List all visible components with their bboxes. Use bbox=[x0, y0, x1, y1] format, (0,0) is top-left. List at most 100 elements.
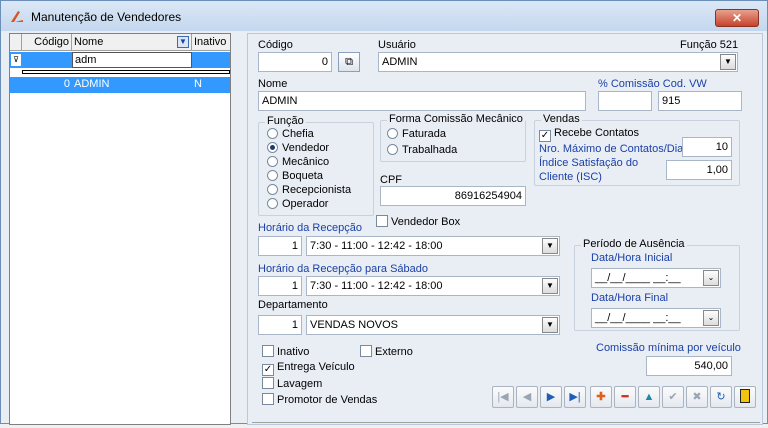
next-record-button[interactable]: ▶ bbox=[540, 386, 562, 408]
horario-recepcao-num[interactable]: 1 bbox=[258, 236, 302, 256]
checkbox-label: Promotor de Vendas bbox=[277, 394, 378, 406]
checkbox-label: Inativo bbox=[277, 346, 310, 358]
comissao-minima-field[interactable]: 540,00 bbox=[646, 356, 732, 376]
cpf-label: CPF bbox=[380, 174, 402, 186]
cancel-record-button[interactable]: ✖ bbox=[686, 386, 708, 408]
horario-recepcao-select[interactable]: 7:30 - 11:00 - 12:42 - 18:00 ▼ bbox=[306, 236, 560, 256]
radio-label: Boqueta bbox=[282, 170, 323, 182]
radio-chefia[interactable]: Chefia bbox=[267, 128, 314, 140]
radio-faturada[interactable]: Faturada bbox=[387, 128, 446, 140]
departamento-select[interactable]: VENDAS NOVOS ▼ bbox=[306, 315, 560, 335]
vendedores-grid[interactable]: Código Nome ▼ Inativo ⊽ adm 0 ADMIN N bbox=[9, 33, 231, 425]
prev-record-button[interactable]: ◀ bbox=[516, 386, 538, 408]
prev-icon: ◀ bbox=[522, 391, 532, 403]
comissao-vw-code-field[interactable]: 915 bbox=[658, 91, 742, 111]
close-button[interactable]: ✕ bbox=[715, 9, 759, 27]
first-record-button[interactable]: |◀ bbox=[492, 386, 514, 408]
add-record-button[interactable]: ✚ bbox=[590, 386, 612, 408]
refresh-button[interactable]: ↻ bbox=[710, 386, 732, 408]
radio-vendedor[interactable]: Vendedor bbox=[267, 142, 329, 154]
radio-mecanico[interactable]: Mecânico bbox=[267, 156, 329, 168]
horario-recepcao-value: 7:30 - 11:00 - 12:42 - 18:00 bbox=[310, 240, 443, 252]
funcao-group: Função Chefia Vendedor Mecânico Boqueta … bbox=[258, 115, 374, 216]
grid-separator bbox=[22, 70, 230, 74]
chevron-down-icon[interactable]: ▼ bbox=[542, 317, 558, 333]
vendedor-box-checkbox[interactable]: Vendedor Box bbox=[376, 215, 460, 228]
radio-label: Vendedor bbox=[282, 142, 330, 154]
radio-label: Trabalhada bbox=[402, 144, 458, 156]
externo-checkbox[interactable]: Externo bbox=[360, 345, 413, 358]
data-final-label: Data/Hora Final bbox=[591, 292, 669, 304]
checkbox-icon bbox=[262, 393, 274, 405]
checkbox-label: Vendedor Box bbox=[391, 216, 461, 228]
radio-circle-icon bbox=[267, 170, 278, 181]
column-inativo[interactable]: Inativo bbox=[192, 34, 230, 51]
isc-field[interactable]: 1,00 bbox=[666, 160, 732, 180]
first-icon: |◀ bbox=[497, 391, 509, 403]
max-contatos-field[interactable]: 10 bbox=[682, 137, 732, 157]
column-nome[interactable]: Nome bbox=[72, 34, 192, 51]
app-logo-icon bbox=[11, 11, 23, 22]
filter-dropdown-icon[interactable]: ▼ bbox=[177, 36, 189, 48]
delete-record-button[interactable]: ━ bbox=[614, 386, 636, 408]
lookup-button[interactable]: ⧉ bbox=[338, 52, 360, 72]
horario-sabado-label: Horário da Recepção para Sábado bbox=[258, 263, 429, 275]
horario-sabado-value: 7:30 - 11:00 - 12:42 - 18:00 bbox=[310, 280, 443, 292]
nome-label: Nome bbox=[258, 78, 288, 90]
ausencia-title: Período de Ausência bbox=[581, 238, 687, 250]
radio-circle-icon bbox=[387, 144, 398, 155]
radio-circle-icon bbox=[387, 128, 398, 139]
forma-comissao-group: Forma Comissão Mecânico Faturada Trabalh… bbox=[380, 113, 526, 162]
checkbox-icon bbox=[262, 345, 274, 357]
recebe-contatos-checkbox[interactable]: ✓ Recebe Contatos bbox=[539, 127, 639, 142]
departamento-value: VENDAS NOVOS bbox=[310, 319, 399, 331]
horario-sabado-select[interactable]: 7:30 - 11:00 - 12:42 - 18:00 ▼ bbox=[306, 276, 560, 296]
chevron-down-icon[interactable]: ⌄ bbox=[703, 270, 719, 286]
table-row[interactable]: 0 ADMIN N bbox=[10, 77, 230, 93]
promotor-checkbox[interactable]: Promotor de Vendas bbox=[262, 393, 377, 406]
radio-circle-icon bbox=[267, 128, 278, 139]
radio-trabalhada[interactable]: Trabalhada bbox=[387, 144, 457, 156]
radio-recepcionista[interactable]: Recepcionista bbox=[267, 184, 351, 196]
plus-icon: ✚ bbox=[596, 391, 606, 403]
last-record-button[interactable]: ▶| bbox=[564, 386, 586, 408]
comissao-vw-field[interactable] bbox=[598, 91, 652, 111]
radio-operador[interactable]: Operador bbox=[267, 198, 328, 210]
horario-sabado-num[interactable]: 1 bbox=[258, 276, 302, 296]
entrega-veiculo-checkbox[interactable]: ✓ Entrega Veículo bbox=[262, 361, 355, 376]
comissao-minima-label: Comissão mínima por veículo bbox=[596, 342, 741, 354]
chevron-down-icon[interactable]: ▼ bbox=[542, 278, 558, 294]
data-inicial-value: __/__/____ __:__ bbox=[595, 272, 681, 284]
exit-button[interactable] bbox=[734, 386, 756, 408]
data-inicial-field[interactable]: __/__/____ __:__ ⌄ bbox=[591, 268, 721, 288]
column-codigo[interactable]: Código bbox=[22, 34, 72, 51]
funcao-group-title: Função bbox=[265, 115, 306, 127]
cpf-field[interactable]: 86916254904 bbox=[380, 186, 526, 206]
departamento-num[interactable]: 1 bbox=[258, 315, 302, 335]
codigo-field[interactable]: 0 bbox=[258, 52, 332, 72]
lavagem-checkbox[interactable]: Lavagem bbox=[262, 377, 322, 390]
data-final-field[interactable]: __/__/____ __:__ ⌄ bbox=[591, 308, 721, 328]
filter-input-nome[interactable]: adm bbox=[72, 52, 192, 68]
inativo-checkbox[interactable]: Inativo bbox=[262, 345, 309, 358]
title-bar: Manutenção de Vendedores ✕ bbox=[1, 1, 767, 31]
filter-icon: ⊽ bbox=[11, 54, 21, 66]
chevron-down-icon[interactable]: ▼ bbox=[542, 238, 558, 254]
lookup-icon: ⧉ bbox=[345, 56, 353, 68]
chevron-down-icon[interactable]: ⌄ bbox=[703, 310, 719, 326]
triangle-up-icon: ▲ bbox=[643, 391, 655, 403]
checkbox-label: Lavagem bbox=[277, 378, 323, 390]
isc-label-2: Cliente (ISC) bbox=[539, 171, 602, 183]
edit-record-button[interactable]: ▲ bbox=[638, 386, 660, 408]
forma-comissao-title: Forma Comissão Mecânico bbox=[387, 113, 525, 125]
bottom-tabs[interactable] bbox=[252, 422, 760, 428]
checkbox-icon bbox=[376, 215, 388, 227]
radio-boqueta[interactable]: Boqueta bbox=[267, 170, 323, 182]
chevron-down-icon[interactable]: ▼ bbox=[720, 54, 736, 70]
main-window: Manutenção de Vendedores ✕ Código Nome ▼… bbox=[0, 0, 768, 425]
data-inicial-label: Data/Hora Inicial bbox=[591, 252, 673, 264]
post-record-button[interactable]: ✔ bbox=[662, 386, 684, 408]
usuario-select[interactable]: ADMIN ▼ bbox=[378, 52, 738, 72]
nome-field[interactable]: ADMIN bbox=[258, 91, 586, 111]
cell-nome: ADMIN bbox=[74, 78, 110, 90]
